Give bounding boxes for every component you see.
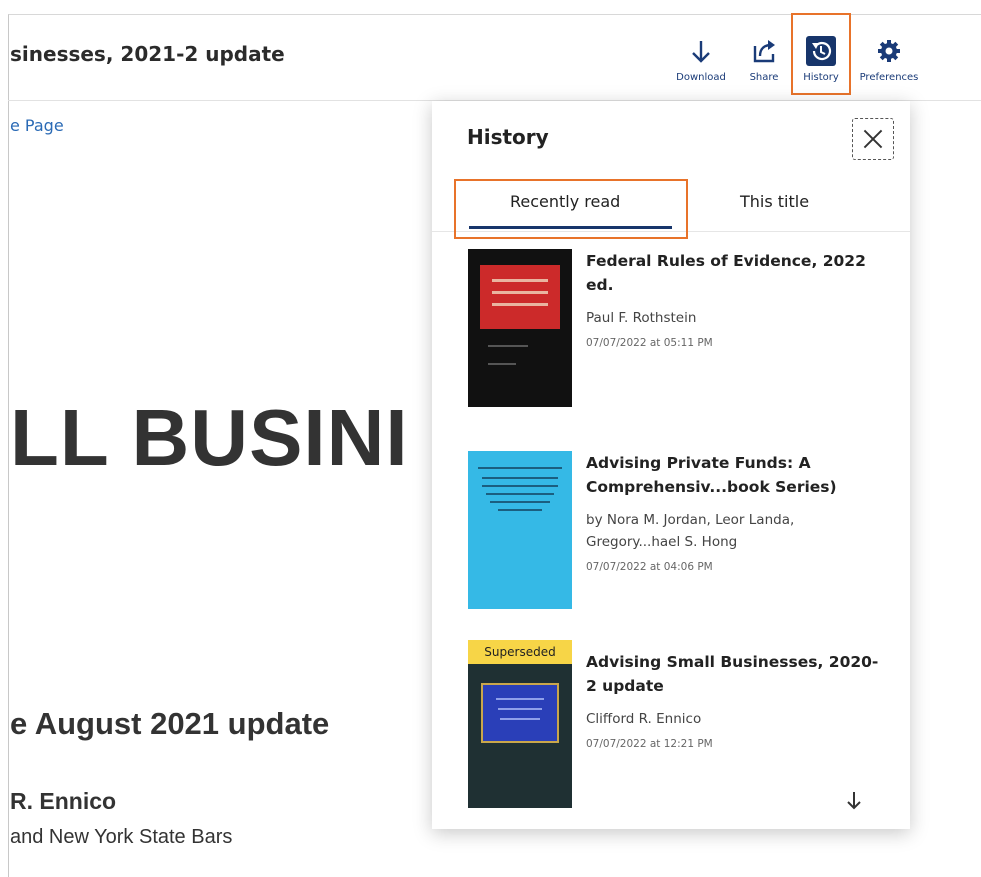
history-panel-title: History — [467, 125, 549, 149]
download-button[interactable]: Download — [672, 36, 730, 92]
preferences-label: Preferences — [859, 72, 919, 83]
item-date: 07/07/2022 at 05:11 PM — [586, 337, 713, 349]
document-title: sinesses, 2021-2 update — [10, 42, 285, 66]
item-title[interactable]: Federal Rules of Evidence, 2022 ed. — [586, 249, 886, 297]
close-icon — [863, 129, 883, 149]
tab-this-title[interactable]: This title — [740, 192, 809, 211]
item-author: by Nora M. Jordan, Leor Landa, Gregory..… — [586, 512, 795, 550]
book-cover — [468, 249, 572, 407]
share-icon — [753, 40, 775, 63]
gear-icon — [878, 40, 900, 62]
document-heading: LL BUSINI — [10, 393, 409, 482]
history-panel: History Recently read This title Federal… — [432, 101, 910, 829]
document-author: R. Ennico — [10, 788, 117, 814]
item-date: 07/07/2022 at 12:21 PM — [586, 738, 713, 750]
preferences-button[interactable]: Preferences — [854, 36, 924, 92]
history-tabs: Recently read This title — [432, 177, 910, 239]
recently-read-tab-highlight — [454, 179, 688, 239]
share-label: Share — [749, 72, 779, 83]
close-button[interactable] — [852, 118, 894, 160]
item-author: Paul F. Rothstein — [586, 310, 697, 326]
item-title[interactable]: Advising Private Funds: A Comprehensiv..… — [586, 451, 886, 499]
download-label: Download — [676, 72, 726, 83]
book-cover: Superseded — [468, 640, 572, 808]
document-subtitle: e August 2021 update — [10, 706, 330, 741]
superseded-badge: Superseded — [468, 640, 572, 664]
book-cover-art — [468, 451, 572, 609]
book-cover — [468, 451, 572, 609]
arrow-down-icon[interactable] — [844, 789, 864, 811]
download-icon — [692, 41, 710, 63]
document-affiliation: and New York State Bars — [10, 826, 233, 848]
breadcrumb-link[interactable]: e Page — [10, 116, 64, 135]
book-cover-art — [468, 249, 572, 407]
history-button-highlight — [791, 13, 851, 95]
item-date: 07/07/2022 at 04:06 PM — [586, 561, 713, 573]
book-cover-art — [468, 640, 572, 808]
item-author: Clifford R. Ennico — [586, 711, 702, 727]
share-button[interactable]: Share — [742, 36, 786, 92]
item-title[interactable]: Advising Small Businesses, 2020-2 update — [586, 650, 886, 698]
